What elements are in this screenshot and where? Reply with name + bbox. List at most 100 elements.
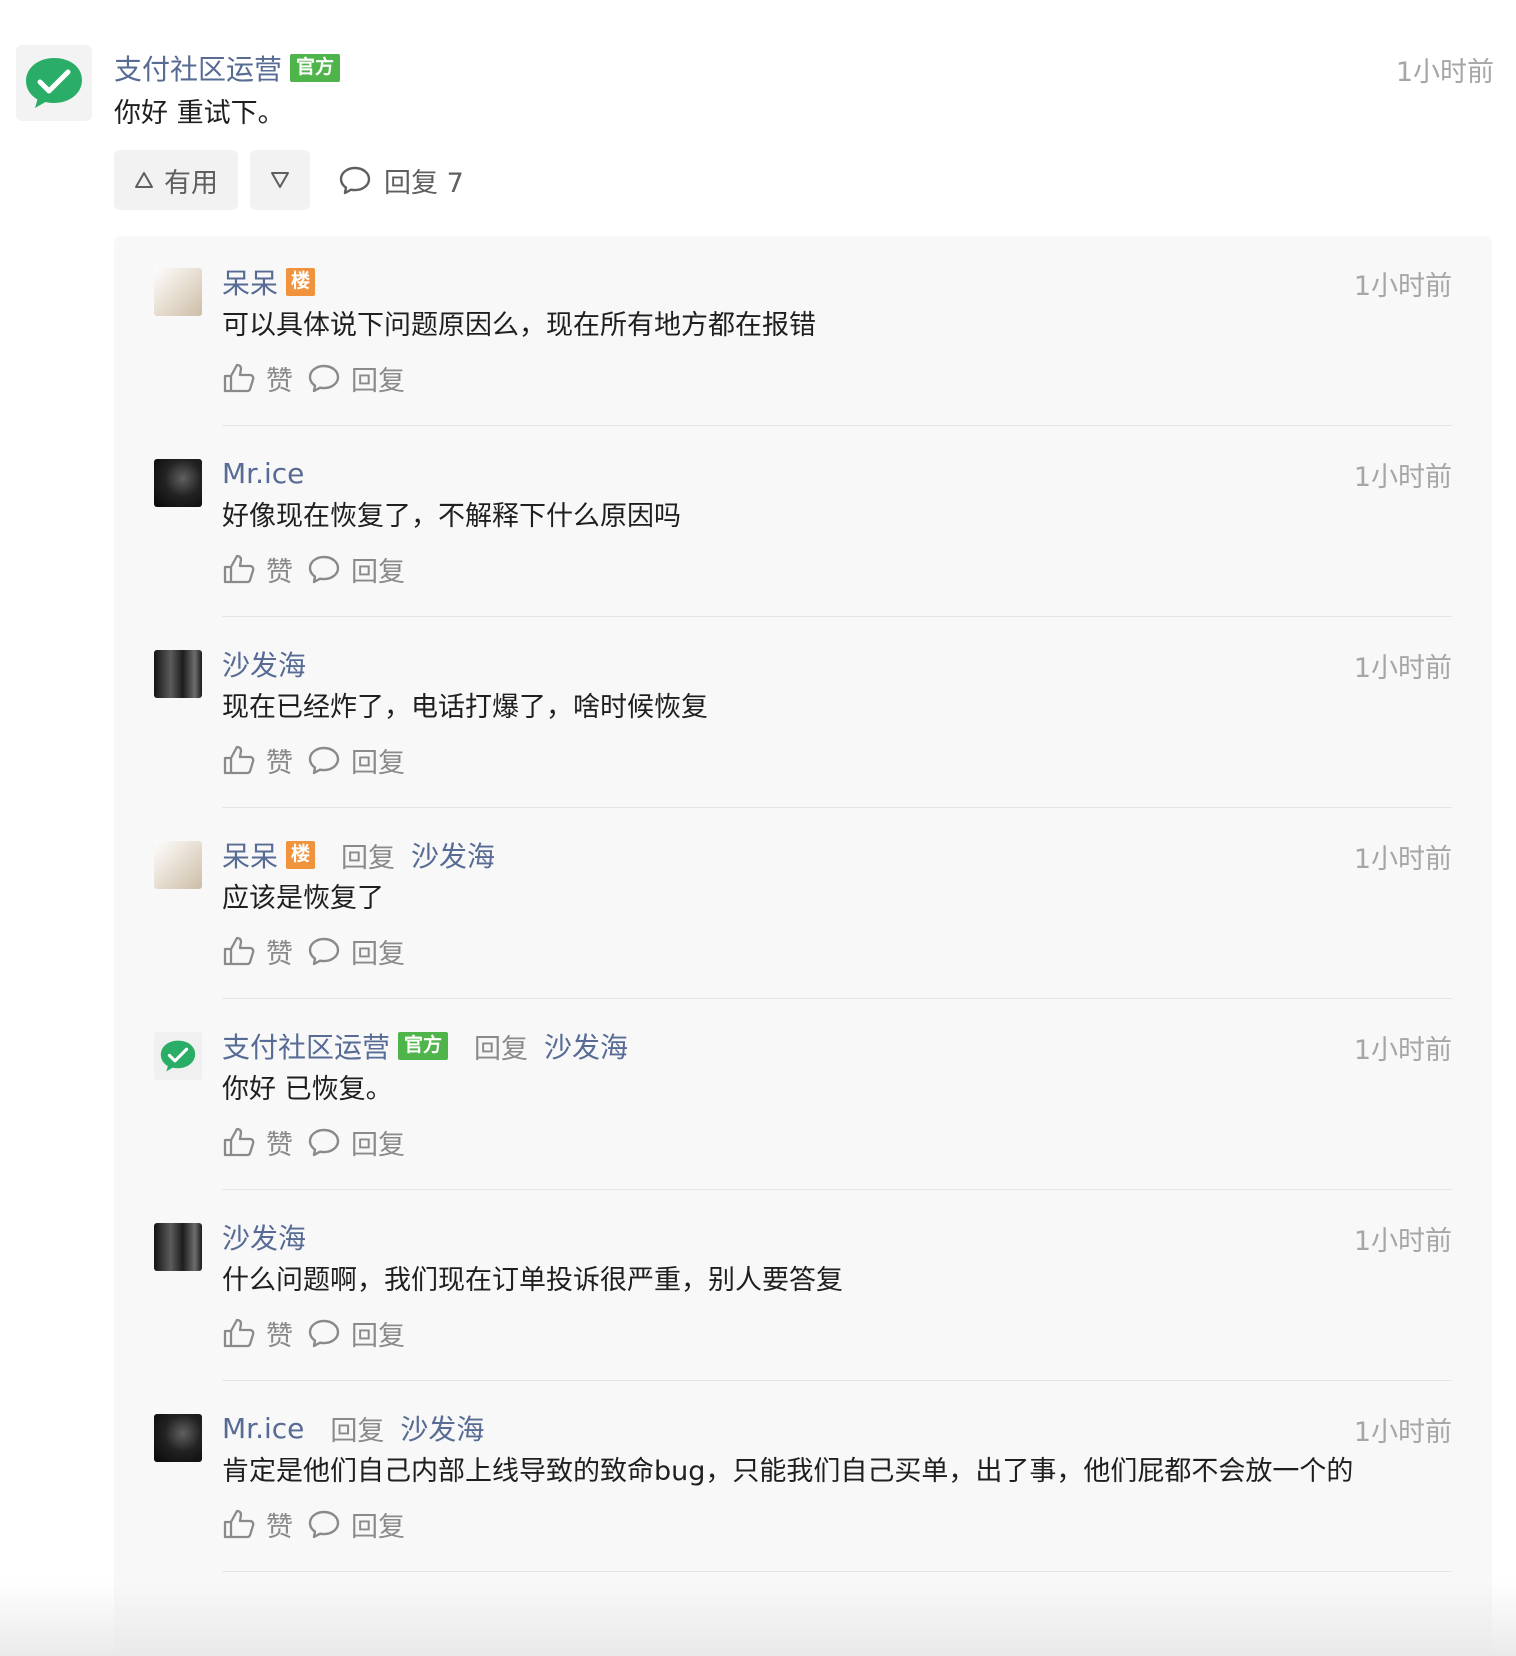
reply-label: 回复 [351,1511,405,1543]
author-avatar[interactable] [16,45,92,121]
useful-button[interactable]: 有用 [114,150,238,210]
divider [222,616,1452,617]
like-button[interactable]: 赞 [222,550,293,589]
reply-avatar[interactable] [154,1414,202,1462]
reply-item: 呆呆 楼 回复 沙发海 1小时前 应该是恢复了 赞 回复 [114,809,1492,999]
post-text: 你好 重试下。 [114,98,285,129]
reply-author[interactable]: 呆呆 [222,262,278,302]
comment-thread: 支付社区运营 官方 1小时前 你好 重试下。 有用 回复 7 呆呆 楼 1小时前… [0,0,1516,1656]
reply-count-label: 回复 7 [384,167,464,199]
reply-avatar[interactable] [154,459,202,507]
reply-author[interactable]: 沙发海 [222,1217,306,1257]
reply-count-button[interactable]: 回复 7 [338,161,464,200]
reply-time: 1小时前 [1353,1417,1452,1448]
like-label: 赞 [266,1511,293,1543]
reply-avatar[interactable] [154,268,202,316]
reply-header: 支付社区运营 官方 回复 沙发海 [222,1026,628,1066]
not-useful-button[interactable] [250,150,310,210]
divider [222,425,1452,426]
wechat-logo-icon [26,58,82,108]
useful-label: 有用 [164,167,218,199]
reply-time: 1小时前 [1353,1226,1452,1257]
reply-header: 沙发海 [222,644,306,684]
reply-button[interactable]: 回复 [307,1123,405,1162]
like-button[interactable]: 赞 [222,359,293,398]
reply-text: 现在已经炸了，电话打爆了，啥时候恢复 [222,692,708,723]
reply-author[interactable]: Mr.ice [222,457,304,490]
post-actions: 有用 回复 7 [114,150,464,210]
reply-author[interactable]: 呆呆 [222,835,278,875]
like-button[interactable]: 赞 [222,1123,293,1162]
thumbs-up-icon [223,1509,255,1539]
reply-button[interactable]: 回复 [307,932,405,971]
reply-avatar[interactable] [154,841,202,889]
thumbs-up-icon [223,745,255,775]
reply-header: 呆呆 楼 回复 沙发海 [222,835,495,875]
reply-time: 1小时前 [1353,271,1452,302]
official-badge: 官方 [290,54,341,82]
reply-button[interactable]: 回复 [307,359,405,398]
like-label: 赞 [266,1320,293,1352]
thumbs-up-icon [223,936,255,966]
reply-actions: 赞 回复 [222,1504,405,1544]
divider [222,1189,1452,1190]
reply-actions: 赞 回复 [222,549,405,589]
comment-icon [308,937,340,966]
reply-time: 1小时前 [1353,844,1452,875]
replies-panel: 呆呆 楼 1小时前 可以具体说下问题原因么，现在所有地方都在报错 赞 回复 Mr… [114,236,1492,1656]
reply-button[interactable]: 回复 [307,1505,405,1544]
post-author: 支付社区运营 官方 [114,48,341,88]
reply-header: 呆呆 楼 [222,262,316,302]
reply-button[interactable]: 回复 [307,550,405,589]
reply-label: 回复 [351,365,405,397]
reply-author[interactable]: 沙发海 [222,644,306,684]
reply-avatar[interactable] [154,1032,202,1080]
like-button[interactable]: 赞 [222,932,293,971]
reply-avatar[interactable] [154,1223,202,1271]
floor-badge: 楼 [286,841,316,869]
reply-time: 1小时前 [1353,653,1452,684]
like-button[interactable]: 赞 [222,1505,293,1544]
comment-icon [308,364,340,393]
reply-item: 沙发海 1小时前 什么问题啊，我们现在订单投诉很严重，别人要答复 赞 回复 [114,1191,1492,1381]
thumbs-up-icon [223,554,255,584]
reply-button[interactable]: 回复 [307,741,405,780]
reply-button[interactable]: 回复 [307,1314,405,1353]
reply-avatar[interactable] [154,650,202,698]
reply-item: Mr.ice 回复 沙发海 1小时前 肯定是他们自己内部上线导致的致命bug，只… [114,1382,1492,1572]
reply-label: 回复 [351,1129,405,1161]
reply-text: 好像现在恢复了，不解释下什么原因吗 [222,501,681,532]
reply-item: 支付社区运营 官方 回复 沙发海 1小时前 你好 已恢复。 赞 回复 [114,1000,1492,1190]
reply-text: 应该是恢复了 [222,883,384,914]
reply-target[interactable]: 沙发海 [411,835,495,875]
reply-actions: 赞 回复 [222,358,405,398]
comment-icon [308,555,340,584]
like-label: 赞 [266,938,293,970]
reply-verb: 回复 [341,842,396,874]
reply-target[interactable]: 沙发海 [400,1408,484,1448]
comment-icon [308,1128,340,1157]
reply-text: 可以具体说下问题原因么，现在所有地方都在报错 [222,310,816,341]
reply-label: 回复 [351,1320,405,1352]
like-button[interactable]: 赞 [222,741,293,780]
reply-header: 沙发海 [222,1217,306,1257]
reply-label: 回复 [351,747,405,779]
reply-text: 肯定是他们自己内部上线导致的致命bug，只能我们自己买单，出了事，他们屁都不会放… [222,1456,1354,1487]
like-button[interactable]: 赞 [222,1314,293,1353]
reply-actions: 赞 回复 [222,1313,405,1353]
floor-badge: 楼 [286,268,316,296]
comment-icon [339,166,371,195]
official-badge: 官方 [398,1032,449,1060]
reply-label: 回复 [351,556,405,588]
like-label: 赞 [266,747,293,779]
author-name[interactable]: 支付社区运营 [114,48,282,88]
thumbs-up-icon [223,1318,255,1348]
reply-time: 1小时前 [1353,462,1452,493]
thumbs-up-icon [223,1127,255,1157]
reply-verb: 回复 [474,1033,529,1065]
reply-actions: 赞 回复 [222,1122,405,1162]
reply-target[interactable]: 沙发海 [544,1026,628,1066]
reply-author[interactable]: Mr.ice [222,1412,304,1445]
reply-author[interactable]: 支付社区运营 [222,1026,390,1066]
reply-label: 回复 [351,938,405,970]
